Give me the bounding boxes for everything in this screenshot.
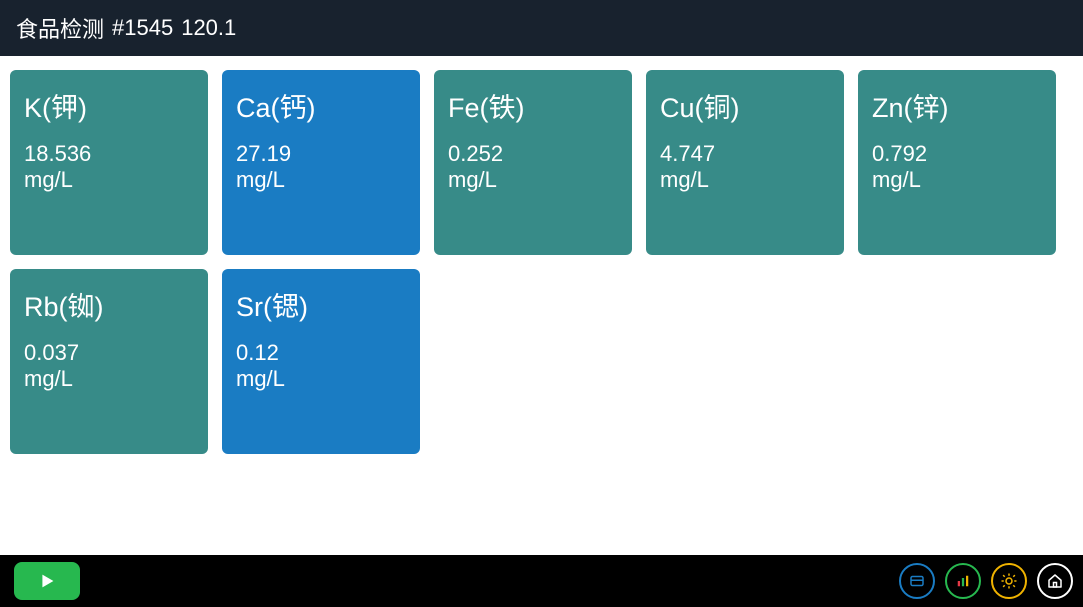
card-element-value: 18.536 [24,141,194,167]
card-element-unit: mg/L [872,167,1042,193]
card-icon [908,572,926,590]
card-element-unit: mg/L [448,167,618,193]
settings-button[interactable] [991,563,1027,599]
header-id: #1545 [112,15,173,41]
element-card[interactable]: Cu(铜) 4.747mg/L [646,70,844,255]
header-bar: 食品检测 #1545 120.1 [0,0,1083,56]
card-element-unit: mg/L [660,167,830,193]
gear-icon [1000,572,1018,590]
footer-bar [0,555,1083,607]
card-element-unit: mg/L [24,167,194,193]
card-element-unit: mg/L [236,366,406,392]
card-element-name: Rb(铷) [24,285,194,324]
card-element-name: Fe(铁) [448,86,618,125]
card-grid: K(钾)18.536mg/LCa(钙)27.19mg/LFe(铁)0.252mg… [0,56,1083,555]
card-element-value: 0.037 [24,340,194,366]
card-element-name: K(钾) [24,86,194,125]
play-icon [36,570,58,592]
home-button[interactable] [1037,563,1073,599]
card-element-unit: mg/L [24,366,194,392]
element-card[interactable]: K(钾) 18.536mg/L [10,70,208,255]
card-element-value: 0.792 [872,141,1042,167]
element-card[interactable]: Rb(铷) 0.037mg/L [10,269,208,454]
header-value: 120.1 [181,15,236,41]
card-element-value: 4.747 [660,141,830,167]
header-title: 食品检测 [16,12,104,44]
card-element-value: 0.252 [448,141,618,167]
element-card[interactable]: Fe(铁) 0.252mg/L [434,70,632,255]
card-element-name: Cu(铜) [660,86,830,125]
card-element-name: Zn(锌) [872,86,1042,125]
chart-button[interactable] [945,563,981,599]
card-element-value: 0.12 [236,340,406,366]
element-card[interactable]: Sr(锶) 0.12mg/L [222,269,420,454]
element-card[interactable]: Ca(钙) 27.19mg/L [222,70,420,255]
bar-chart-icon [954,572,972,590]
card-element-value: 27.19 [236,141,406,167]
home-icon [1046,572,1064,590]
card-element-name: Sr(锶) [236,285,406,324]
card-element-name: Ca(钙) [236,86,406,125]
element-card[interactable]: Zn(锌) 0.792mg/L [858,70,1056,255]
card-element-unit: mg/L [236,167,406,193]
play-button[interactable] [14,562,80,600]
card-view-button[interactable] [899,563,935,599]
footer-icons-group [899,563,1073,599]
